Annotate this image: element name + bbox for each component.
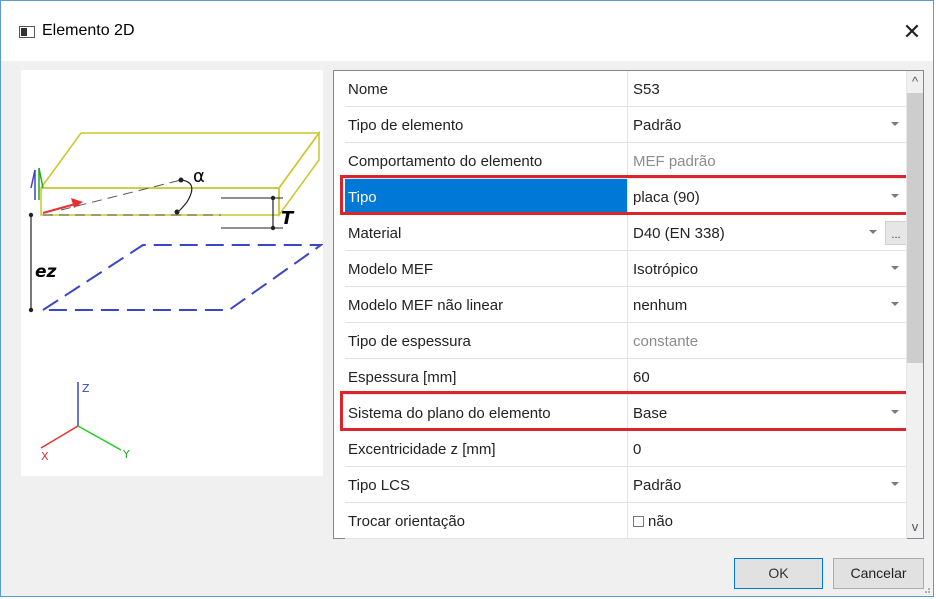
property-label[interactable]: Nome <box>345 71 628 106</box>
angle-reference-line <box>60 179 182 211</box>
checkbox[interactable] <box>633 516 644 527</box>
property-value-field[interactable]: S53 <box>631 71 907 106</box>
chevron-down-icon[interactable] <box>891 194 899 198</box>
property-value-text: constante <box>633 333 699 350</box>
ok-button[interactable]: OK <box>734 558 823 589</box>
property-label[interactable]: Tipo de espessura <box>345 323 628 358</box>
chevron-down-icon[interactable] <box>891 266 899 270</box>
property-value-text: 0 <box>633 441 642 458</box>
property-label[interactable]: Tipo LCS <box>345 467 628 502</box>
property-value-select[interactable]: Padrão <box>631 467 907 502</box>
property-value-select[interactable]: Padrão <box>631 107 907 142</box>
property-value-select[interactable]: nenhum <box>631 287 907 322</box>
global-axis-y <box>77 425 122 451</box>
property-label[interactable]: Tipo de elemento <box>345 107 628 142</box>
chevron-down-icon[interactable] <box>891 122 899 126</box>
resize-grip[interactable] <box>923 586 931 594</box>
property-value-text: S53 <box>633 81 660 98</box>
alpha-label: α <box>193 166 205 187</box>
window-title: Elemento 2D <box>42 22 135 39</box>
chevron-down-icon[interactable] <box>891 302 899 306</box>
property-row[interactable]: Excentricidade z [mm] 0 <box>345 431 907 467</box>
property-label[interactable]: Material <box>345 215 628 250</box>
property-value-text: Isotrópico <box>633 261 699 278</box>
property-label[interactable]: Modelo MEF <box>345 251 628 286</box>
property-value-text: placa (90) <box>633 189 700 206</box>
close-button[interactable]: ✕ <box>897 17 927 47</box>
thickness-label: T <box>281 208 295 229</box>
chevron-down-icon[interactable] <box>891 482 899 486</box>
property-value-text: MEF padrão <box>633 153 716 170</box>
property-label[interactable]: Espessura [mm] <box>345 359 628 394</box>
axis-label-z: Z <box>82 382 90 395</box>
property-value-text: nenhum <box>633 297 688 314</box>
scroll-thumb[interactable] <box>907 93 923 363</box>
scroll-down-button[interactable]: v <box>907 516 923 538</box>
property-row[interactable]: Tipo placa (90) <box>345 179 907 215</box>
property-row[interactable]: Tipo LCS Padrão <box>345 467 907 503</box>
property-list: Nome S53 Tipo de elemento Padrão Comportamen… <box>345 71 907 539</box>
property-value-text: 60 <box>633 369 650 386</box>
axis-label-y: Y <box>122 448 130 461</box>
property-value-text: Padrão <box>633 477 682 494</box>
title-bar: Elemento 2D ✕ <box>1 1 933 61</box>
axis-label-x: X <box>41 450 49 463</box>
property-row[interactable]: Tipo de elemento Padrão <box>345 107 907 143</box>
property-value-text: D40 (EN 338) <box>633 225 725 242</box>
property-grid: Nome S53 Tipo de elemento Padrão Comportamen… <box>333 70 924 539</box>
browse-button[interactable]: ... <box>885 221 907 245</box>
plate-side-face <box>278 130 320 218</box>
property-value-text: Base <box>633 405 668 422</box>
dim-point <box>270 195 276 201</box>
property-row[interactable]: Modelo MEF não linear nenhum <box>345 287 907 323</box>
alpha-point <box>178 177 184 183</box>
property-label[interactable]: Tipo <box>345 179 628 214</box>
scroll-up-button[interactable]: ^ <box>907 71 923 93</box>
property-value-field: MEF padrão <box>631 143 907 178</box>
cancel-button[interactable]: Cancelar <box>833 558 924 589</box>
property-value-select[interactable]: placa (90) <box>631 179 907 214</box>
property-label[interactable]: Sistema do plano do elemento <box>345 395 628 430</box>
property-label[interactable]: Trocar orientação <box>345 503 628 538</box>
property-row[interactable]: Tipo de espessura constante <box>345 323 907 359</box>
chevron-down-icon[interactable] <box>891 410 899 414</box>
global-axis-x <box>40 425 79 449</box>
dim-point <box>270 225 276 231</box>
property-value-field[interactable]: 60 <box>631 359 907 394</box>
alpha-point <box>174 209 180 215</box>
property-value-field[interactable]: 0 <box>631 431 907 466</box>
dim-point <box>28 212 34 218</box>
property-row[interactable]: Comportamento do elemento MEF padrão <box>345 143 907 179</box>
property-row[interactable]: Sistema do plano do elemento Base <box>345 395 907 431</box>
property-label[interactable]: Excentricidade z [mm] <box>345 431 628 466</box>
element-preview: α T ez Z X Y <box>21 70 325 476</box>
property-label[interactable]: Modelo MEF não linear <box>345 287 628 322</box>
property-row[interactable]: Modelo MEF Isotrópico <box>345 251 907 287</box>
property-row[interactable]: Nome S53 <box>345 71 907 107</box>
plate-diagram: α T ez Z X Y <box>28 130 325 463</box>
alpha-arc <box>176 179 193 213</box>
dim-point <box>28 307 34 313</box>
property-value-select[interactable]: D40 (EN 338)... <box>631 215 907 250</box>
vertical-scrollbar[interactable]: ^ v <box>906 71 923 538</box>
property-value-select[interactable]: Isotrópico <box>631 251 907 286</box>
window-icon <box>19 26 35 38</box>
property-label[interactable]: Comportamento do elemento <box>345 143 628 178</box>
property-row[interactable]: Espessura [mm] 60 <box>345 359 907 395</box>
property-value-select[interactable]: Base <box>631 395 907 430</box>
property-row[interactable]: Material D40 (EN 338)... <box>345 215 907 251</box>
property-value-text: Padrão <box>633 117 682 134</box>
eccentricity-label: ez <box>35 262 57 282</box>
chevron-down-icon[interactable] <box>869 230 877 234</box>
property-value-field: constante <box>631 323 907 358</box>
property-value-text: não <box>648 513 674 530</box>
property-row[interactable]: Trocar orientação não <box>345 503 907 539</box>
dialog-window: Elemento 2D ✕ α T ez Z X Y Nome S53 Tipo… <box>0 0 934 597</box>
property-value-field[interactable]: não <box>631 503 907 538</box>
reference-plane <box>39 244 325 311</box>
